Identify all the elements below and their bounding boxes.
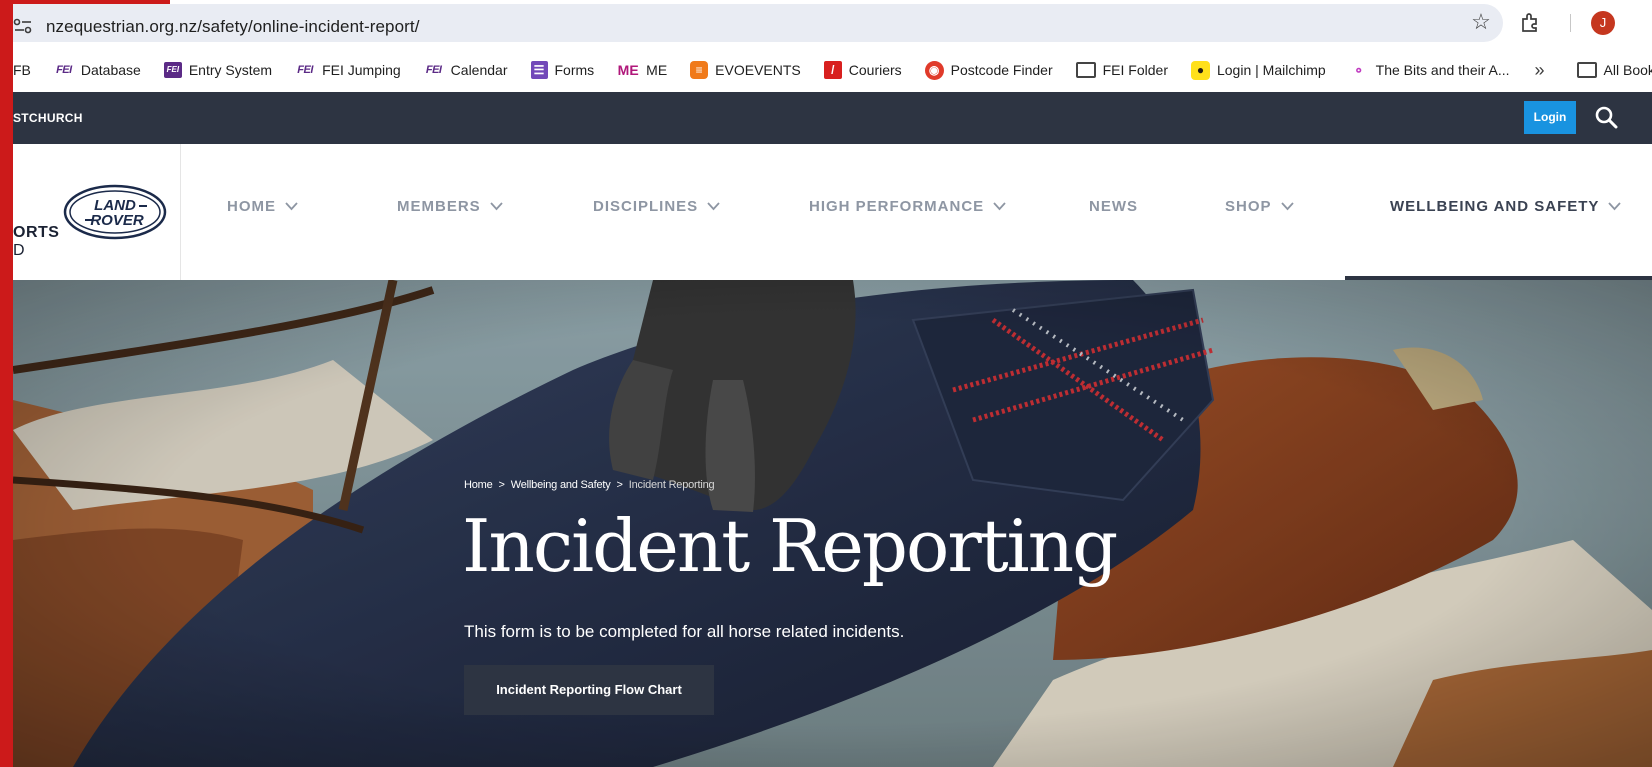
- page-subtitle: This form is to be completed for all hor…: [464, 622, 905, 641]
- folder-icon: [1075, 62, 1096, 78]
- forms-icon: ☰: [530, 61, 548, 79]
- window-edge-strip: [0, 0, 13, 767]
- land-rover-logo: LAND ROVER: [63, 184, 167, 240]
- bookmark-label: Forms: [554, 62, 595, 78]
- bookmark-label: FB: [13, 62, 31, 78]
- bookmark-label: Postcode Finder: [950, 62, 1053, 78]
- flow-chart-button[interactable]: Incident Reporting Flow Chart: [464, 665, 714, 715]
- topbar-location-text[interactable]: STCHURCH: [13, 111, 83, 125]
- mailchimp-icon: ●: [1190, 60, 1210, 80]
- bookmark-label: Entry System: [188, 62, 273, 78]
- nav-label: DISCIPLINES: [593, 198, 699, 215]
- folder-icon: [1576, 62, 1597, 78]
- browser-address-row: nzequestrian.org.nz/safety/online-incide…: [13, 0, 1652, 48]
- bookmark-couriers[interactable]: / Couriers: [823, 61, 902, 79]
- bookmark-fei-jumping[interactable]: FEI FEI Jumping: [295, 62, 401, 78]
- chevron-down-icon: [707, 202, 720, 211]
- nav-home[interactable]: HOME: [227, 198, 298, 215]
- site-info-icon[interactable]: [13, 18, 33, 34]
- bookmark-fb[interactable]: FB: [13, 62, 31, 78]
- bookmark-label: The Bits and their A...: [1375, 62, 1510, 78]
- chevron-down-icon: [993, 202, 1006, 211]
- me-icon: ME: [617, 62, 639, 78]
- site-logo[interactable]: ORTS D LAND ROVER: [13, 144, 181, 280]
- logo-text: ORTS: [13, 224, 60, 241]
- bookmarks-more-button[interactable]: »: [1535, 60, 1545, 81]
- fei-icon: FEI: [425, 64, 442, 76]
- star-icon[interactable]: ☆: [1468, 9, 1494, 35]
- fei-icon: FEI: [297, 64, 313, 76]
- bookmark-postcode-finder[interactable]: ◉ Postcode Finder: [924, 60, 1053, 80]
- bookmark-label: EVOEVENTS: [715, 62, 801, 78]
- nav-label: MEMBERS: [397, 198, 481, 215]
- nav-label: NEWS: [1089, 198, 1138, 215]
- bookmark-bits[interactable]: ∘ The Bits and their A...: [1349, 61, 1510, 79]
- bookmark-label: Calendar: [450, 62, 508, 78]
- toolbar-separator: [1570, 14, 1571, 32]
- breadcrumb-wellbeing-and-safety[interactable]: Wellbeing and Safety: [511, 479, 611, 491]
- breadcrumb: Home > Wellbeing and Safety > Incident R…: [464, 479, 715, 491]
- hero-banner: Home > Wellbeing and Safety > Incident R…: [13, 280, 1652, 767]
- nav-label: WELLBEING AND SAFETY: [1390, 198, 1600, 215]
- bookmark-forms[interactable]: ☰ Forms: [530, 61, 595, 79]
- bits-icon: ∘: [1353, 62, 1364, 79]
- window-edge-strip-top: [0, 0, 170, 4]
- site-topbar: STCHURCH Login: [13, 92, 1652, 144]
- profile-avatar[interactable]: J: [1591, 11, 1615, 35]
- bookmark-label: Database: [80, 62, 141, 78]
- nav-high-performance[interactable]: HIGH PERFORMANCE: [809, 198, 1006, 215]
- nav-disciplines[interactable]: DISCIPLINES: [593, 198, 720, 215]
- chevron-down-icon: [490, 202, 503, 211]
- bookmark-label: Couriers: [848, 62, 902, 78]
- nav-label: HIGH PERFORMANCE: [809, 198, 985, 215]
- all-bookmarks-button[interactable]: All Bookma: [1576, 62, 1652, 78]
- main-navigation: ORTS D LAND ROVER HOME MEMBERS DISCIPLIN…: [13, 144, 1652, 280]
- extensions-icon[interactable]: [1519, 11, 1541, 33]
- nav-shop[interactable]: SHOP: [1225, 198, 1294, 215]
- login-button[interactable]: Login: [1524, 101, 1576, 134]
- breadcrumb-home[interactable]: Home: [464, 479, 493, 491]
- postcode-icon: ◉: [924, 60, 944, 80]
- nav-news[interactable]: NEWS: [1089, 198, 1138, 215]
- chevron-down-icon: [1608, 202, 1622, 211]
- nav-wellbeing-and-safety[interactable]: WELLBEING AND SAFETY: [1390, 198, 1622, 215]
- bookmark-entry-system[interactable]: FEI Entry System: [163, 62, 273, 78]
- nav-label: SHOP: [1225, 198, 1272, 215]
- chevron-down-icon: [1280, 202, 1294, 211]
- bookmark-me[interactable]: ME ME: [617, 62, 668, 78]
- bookmark-mailchimp[interactable]: ● Login | Mailchimp: [1190, 60, 1326, 80]
- breadcrumb-separator: >: [616, 479, 623, 491]
- bookmark-database[interactable]: FEI Database: [54, 62, 141, 78]
- couriers-icon: /: [823, 61, 842, 79]
- bookmark-label: ME: [646, 62, 668, 78]
- evo-icon: ≡: [690, 61, 709, 79]
- bookmark-evoevents[interactable]: ≡ EVOEVENTS: [690, 61, 801, 79]
- bookmark-label: Login | Mailchimp: [1216, 62, 1326, 78]
- bookmarks-bar: FB FEI Database FEI Entry System FEI FEI Ju…: [13, 48, 1652, 92]
- nav-label: HOME: [227, 198, 276, 215]
- nav-members[interactable]: MEMBERS: [397, 198, 503, 215]
- badge-line-2: ROVER: [90, 212, 144, 229]
- address-bar[interactable]: nzequestrian.org.nz/safety/online-incide…: [13, 4, 1503, 42]
- url-text[interactable]: nzequestrian.org.nz/safety/online-incide…: [46, 17, 420, 37]
- bookmark-fei-folder[interactable]: FEI Folder: [1075, 62, 1168, 78]
- search-icon[interactable]: [1593, 104, 1621, 132]
- bookmark-label: FEI Folder: [1102, 62, 1168, 78]
- chevron-down-icon: [285, 202, 298, 211]
- breadcrumb-separator: >: [498, 479, 505, 491]
- logo-text-secondary: D: [13, 242, 25, 259]
- all-bookmarks-label: All Bookma: [1603, 62, 1652, 78]
- bookmark-label: FEI Jumping: [322, 62, 401, 78]
- fei-box-icon: FEI: [163, 62, 182, 78]
- bookmark-calendar[interactable]: FEI Calendar: [424, 62, 508, 78]
- breadcrumb-current: Incident Reporting: [628, 479, 715, 491]
- fei-icon: FEI: [56, 64, 72, 76]
- page-title: Incident Reporting: [462, 504, 1118, 588]
